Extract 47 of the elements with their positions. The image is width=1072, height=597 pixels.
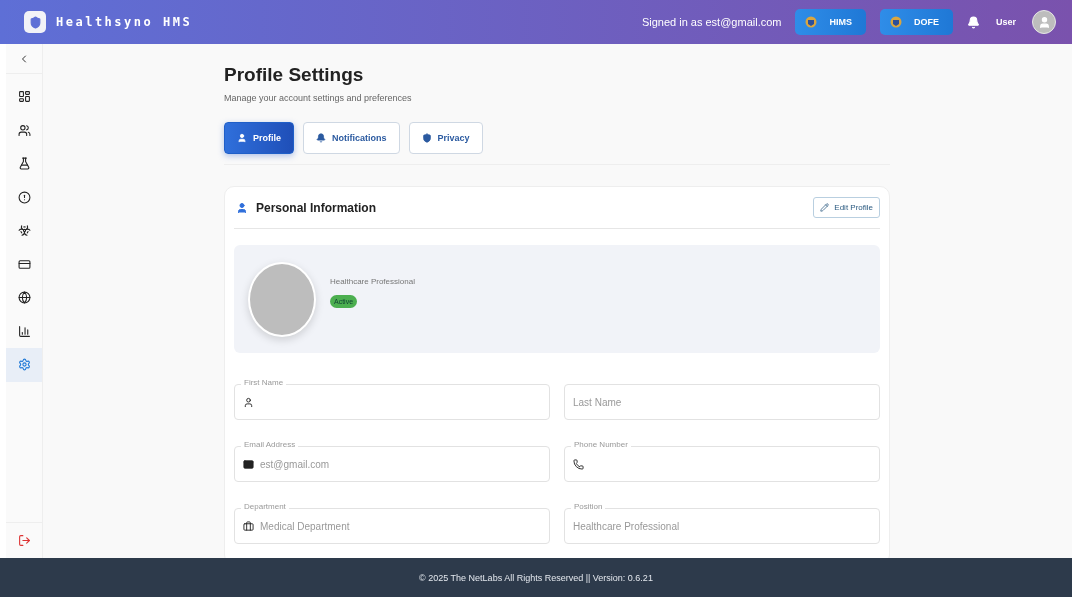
app-switch-button[interactable]: HIMS (795, 9, 866, 35)
field-label: Phone Number (571, 441, 631, 449)
person-icon (237, 133, 247, 143)
avatar[interactable] (1032, 10, 1056, 34)
user-name: User (996, 17, 1016, 27)
pencil-icon (820, 203, 830, 212)
field-label: First Name (241, 379, 287, 387)
edit-profile-button[interactable]: Edit Profile (813, 197, 880, 218)
card-title: Personal Information (256, 200, 378, 215)
emblem-icon (889, 16, 902, 28)
bell-icon[interactable] (967, 15, 980, 29)
alert-icon (17, 190, 31, 204)
flask-icon (17, 157, 31, 171)
bar-chart-icon (17, 324, 31, 338)
tab[interactable]: Notifications (303, 122, 400, 154)
field-value: est@gmail.com (260, 458, 330, 470)
globe-icon (17, 291, 31, 305)
shield-icon (421, 133, 432, 143)
app-switch-button[interactable]: DOFE (879, 9, 953, 35)
field-label: Position (571, 503, 606, 511)
field-value: Healthcare Professional (573, 520, 680, 532)
person-icon (236, 201, 248, 214)
page-title: Profile Settings (224, 64, 365, 86)
input-field[interactable]: Last Name (564, 384, 880, 420)
brand-name: Healthsyno HMS (56, 15, 193, 29)
briefcase-icon (243, 520, 254, 532)
tab[interactable]: Profile (224, 122, 294, 154)
footer-text: © 2025 The NetLabs All Rights Reserved || Version: 0.6.21 (419, 572, 653, 583)
shield-logo-icon (24, 11, 46, 33)
biohazard-icon (17, 224, 31, 238)
field-value: Medical Department (260, 520, 350, 532)
tab[interactable]: Privacy (408, 122, 483, 154)
phone-icon (573, 458, 584, 470)
role-text: Healthcare Professional (330, 276, 415, 286)
bell-icon (316, 133, 326, 143)
emblem-icon (805, 16, 818, 28)
people-icon (17, 123, 31, 137)
card-icon (17, 257, 31, 271)
page-subtitle: Manage your account settings and preferences (224, 93, 413, 103)
dashboard-icon (17, 90, 31, 104)
logout-icon (17, 534, 31, 547)
signed-in-text: Signed in as est@gmail.com (641, 16, 782, 28)
field-label: Department (241, 503, 289, 511)
person-icon (243, 396, 254, 408)
field-placeholder: Last Name (573, 396, 622, 408)
settings-icon (17, 358, 31, 372)
field-label: Email Address (241, 441, 299, 449)
